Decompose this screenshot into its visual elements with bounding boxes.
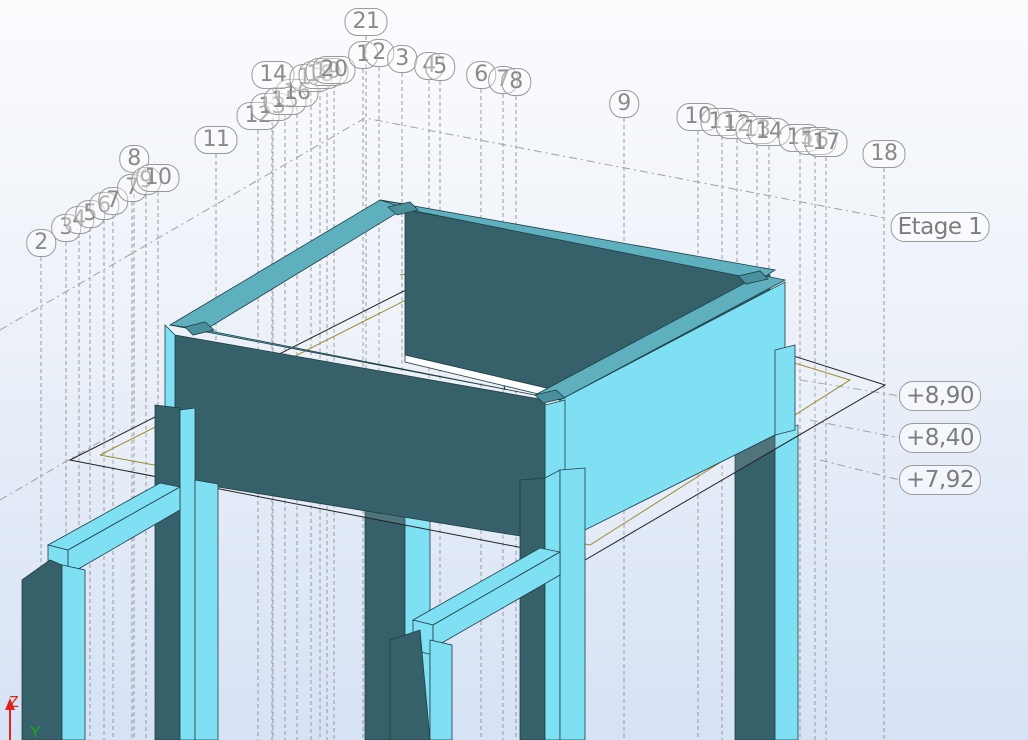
grid-axis-label-g5b: 5	[425, 53, 455, 81]
grid-axis-label-g11a: 11	[194, 126, 238, 154]
column-right-cap[interactable]	[774, 344, 796, 436]
grid-axis-label-g14a: 14	[251, 61, 295, 89]
column-front-right-side-2[interactable]	[559, 467, 586, 740]
level-label-etage: Etage 1	[890, 212, 990, 242]
column-front-right[interactable]	[519, 477, 546, 740]
level-line	[809, 419, 901, 439]
column-front-left[interactable]	[154, 404, 181, 740]
level-label-lvl890: +8,90	[899, 381, 981, 411]
column-middle-side[interactable]	[429, 639, 453, 740]
column-front-right-side[interactable]	[544, 469, 561, 740]
structure-3d-view[interactable]	[0, 0, 1028, 740]
level-line	[819, 459, 901, 481]
grid-axis-label-g18b: 18	[862, 140, 906, 168]
3d-model-viewport[interactable]: 2 3 4 5 6 7 7 8 9 10 11 12 13 15 16 14 17 18 19 20 21 1 2 3 4 5 6 7…	[0, 0, 1028, 740]
column-back-right-side[interactable]	[774, 424, 799, 740]
grid-axis-label-g8b: 8	[501, 68, 531, 96]
column-far-left-side[interactable]	[61, 564, 86, 740]
grid-axis-label-g17b: 17	[804, 129, 848, 157]
column-back-right[interactable]	[734, 429, 776, 740]
level-label-lvl840: +8,40	[899, 423, 981, 453]
column-front-left-side-2[interactable]	[194, 479, 219, 740]
z-axis-label: Z	[9, 694, 19, 711]
grid-axis-label-g3b: 3	[387, 45, 417, 73]
grid-axis-label-g10a: 10	[136, 164, 180, 192]
level-label-lvl792: +7,92	[899, 465, 981, 495]
y-axis-label: Y	[30, 724, 41, 740]
column-front-left-side[interactable]	[179, 407, 196, 740]
grid-axis-label-g21: 21	[344, 8, 388, 36]
axis-triad-icon: Z Y	[5, 694, 41, 740]
grid-axis-label-g9b: 9	[609, 90, 639, 118]
building-model[interactable]	[21, 199, 887, 740]
